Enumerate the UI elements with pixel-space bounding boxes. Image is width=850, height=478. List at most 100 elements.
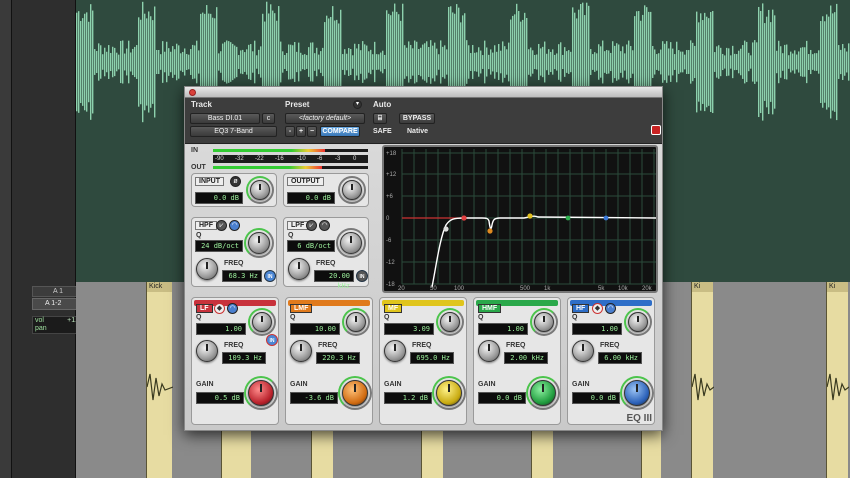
waveform-sample <box>354 43 356 81</box>
hf-node[interactable] <box>603 215 609 221</box>
waveform-sample <box>124 53 126 71</box>
hmf-q-value[interactable]: 1.00 <box>478 323 528 335</box>
waveform-sample <box>94 49 96 75</box>
hpf-freq-value[interactable]: 68.3 Hz <box>222 270 262 282</box>
hf-freq-knob[interactable] <box>572 340 594 362</box>
plugin-selector[interactable]: EQ3 7-Band <box>190 126 277 137</box>
hpf-node[interactable] <box>443 226 449 232</box>
waveform-sample <box>604 51 606 73</box>
lf-freq-knob[interactable] <box>196 340 218 362</box>
mf-gain-value[interactable]: 1.2 dB <box>384 392 432 404</box>
mf-q-value[interactable]: 3.09 <box>384 323 434 335</box>
output-value[interactable]: 0.0 dB <box>287 192 335 204</box>
lmf-gain-value[interactable]: -3.6 dB <box>290 392 338 404</box>
preset-librarian-button[interactable]: − <box>307 126 317 137</box>
lpf-slope-value[interactable]: 6 dB/oct <box>287 240 335 252</box>
hf-q-knob[interactable] <box>628 312 648 332</box>
lmf-node[interactable] <box>487 228 493 234</box>
hpf-enable-icon[interactable]: ◠ <box>229 220 240 231</box>
hf-gain-value[interactable]: 0.0 dB <box>572 392 620 404</box>
eq-curve-display[interactable]: +18 +12 +6 0 -6 -12 -18 20 50 100 500 1k 5k 10k 20k <box>382 145 658 293</box>
phase-invert-icon[interactable]: ø <box>230 176 241 187</box>
lmf-gain-knob[interactable] <box>342 380 368 406</box>
hmf-freq-value[interactable]: 2.00 kHz <box>504 352 548 364</box>
waveform-sample <box>176 43 178 81</box>
waveform-sample <box>318 54 320 70</box>
waveform-sample <box>686 49 688 75</box>
waveform-sample <box>794 50 796 74</box>
hpf-freq-knob[interactable] <box>196 258 218 280</box>
waveform-sample <box>562 54 564 70</box>
hf-q-value[interactable]: 1.00 <box>572 323 622 335</box>
mf-gain-knob[interactable] <box>436 380 462 406</box>
preset-prev-button[interactable]: - <box>285 126 295 137</box>
lpf-freq-label: FREQ <box>316 260 336 267</box>
hmf-gain-knob[interactable] <box>530 380 556 406</box>
hpf-in-button[interactable]: IN <box>264 270 276 282</box>
input-value[interactable]: 0.0 dB <box>195 192 243 204</box>
lpf-in-button[interactable]: IN <box>356 270 368 282</box>
hmf-freq-knob[interactable] <box>478 340 500 362</box>
waveform-sample <box>718 45 720 79</box>
eq3-plugin-window[interactable]: Track Preset ▾ Auto Bass DI.01 c EQ3 7-B… <box>184 86 663 431</box>
lf-q-value[interactable]: 1.00 <box>196 323 246 335</box>
lmf-q-value[interactable]: 10.00 <box>290 323 340 335</box>
lf-q-knob[interactable] <box>252 312 272 332</box>
waveform-sample <box>382 50 384 74</box>
hmf-q-knob[interactable] <box>534 312 554 332</box>
bypass-button[interactable]: BYPASS <box>399 113 435 124</box>
lf-peak-icon[interactable]: ◠ <box>227 303 238 314</box>
hf-peak-icon[interactable]: ◠ <box>605 303 616 314</box>
waveform-sample <box>666 41 668 83</box>
mf-q-knob[interactable] <box>440 312 460 332</box>
hf-freq-value[interactable]: 6.00 kHz <box>598 352 642 364</box>
lpf-freq-knob[interactable] <box>288 258 310 280</box>
lf-freq-value[interactable]: 109.3 Hz <box>222 352 266 364</box>
output-knob[interactable] <box>342 180 362 200</box>
mf-node[interactable] <box>527 213 533 219</box>
lf-node[interactable] <box>461 215 467 221</box>
hmf-gain-value[interactable]: 0.0 dB <box>478 392 526 404</box>
hf-shelf-icon[interactable]: ◆ <box>592 303 603 314</box>
lf-shelf-icon[interactable]: ◆ <box>214 303 225 314</box>
lpf-type-icon[interactable]: ⩗ <box>306 220 317 231</box>
waveform-sample <box>256 55 258 69</box>
lmf-freq-value[interactable]: 220.3 Hz <box>316 352 360 364</box>
safe-button[interactable]: SAFE <box>373 128 392 135</box>
lmf-freq-knob[interactable] <box>290 340 312 362</box>
lmf-q-knob[interactable] <box>346 312 366 332</box>
clip-indicator-icon[interactable] <box>651 125 661 135</box>
audio-clip[interactable]: Ki <box>691 282 714 478</box>
lpf-enable-icon[interactable]: ◠ <box>319 220 330 231</box>
close-window-button[interactable] <box>189 89 196 96</box>
waveform-sample <box>504 46 506 78</box>
lf-gain-knob[interactable] <box>248 380 274 406</box>
audio-clip[interactable]: Ki <box>826 282 849 478</box>
track-selector[interactable]: Bass DI.01 <box>190 113 260 124</box>
mf-freq-value[interactable]: 695.0 Hz <box>410 352 454 364</box>
hpf-type-icon[interactable]: ⩗ <box>216 220 227 231</box>
waveform-sample <box>706 16 708 108</box>
hpf-slope-knob[interactable] <box>248 232 270 254</box>
plugin-titlebar[interactable] <box>185 87 662 98</box>
hmf-node[interactable] <box>565 215 571 221</box>
lpf-slope-knob[interactable] <box>340 232 362 254</box>
waveform-sample <box>746 41 748 83</box>
hpf-slope-value[interactable]: 24 dB/oct <box>195 240 243 252</box>
compare-button[interactable]: COMPARE <box>320 126 360 137</box>
lf-gain-value[interactable]: 0.5 dB <box>196 392 244 404</box>
hf-gain-knob[interactable] <box>624 380 650 406</box>
input-knob[interactable] <box>250 180 270 200</box>
preset-menu-icon[interactable]: ▾ <box>353 100 362 109</box>
waveform-sample <box>658 53 660 71</box>
waveform-sample <box>726 47 728 77</box>
automation-button[interactable]: ⌸ <box>373 113 387 124</box>
audio-clip[interactable]: Kick <box>146 282 173 478</box>
waveform-sample <box>630 46 632 78</box>
mf-freq-knob[interactable] <box>384 340 406 362</box>
lf-in-button[interactable]: IN <box>266 334 278 346</box>
preset-selector[interactable]: <factory default> <box>285 113 365 124</box>
lpf-freq-value[interactable]: 20.00 kHz <box>314 270 354 290</box>
preset-next-button[interactable]: + <box>296 126 306 137</box>
track-channel-selector[interactable]: c <box>262 113 275 124</box>
